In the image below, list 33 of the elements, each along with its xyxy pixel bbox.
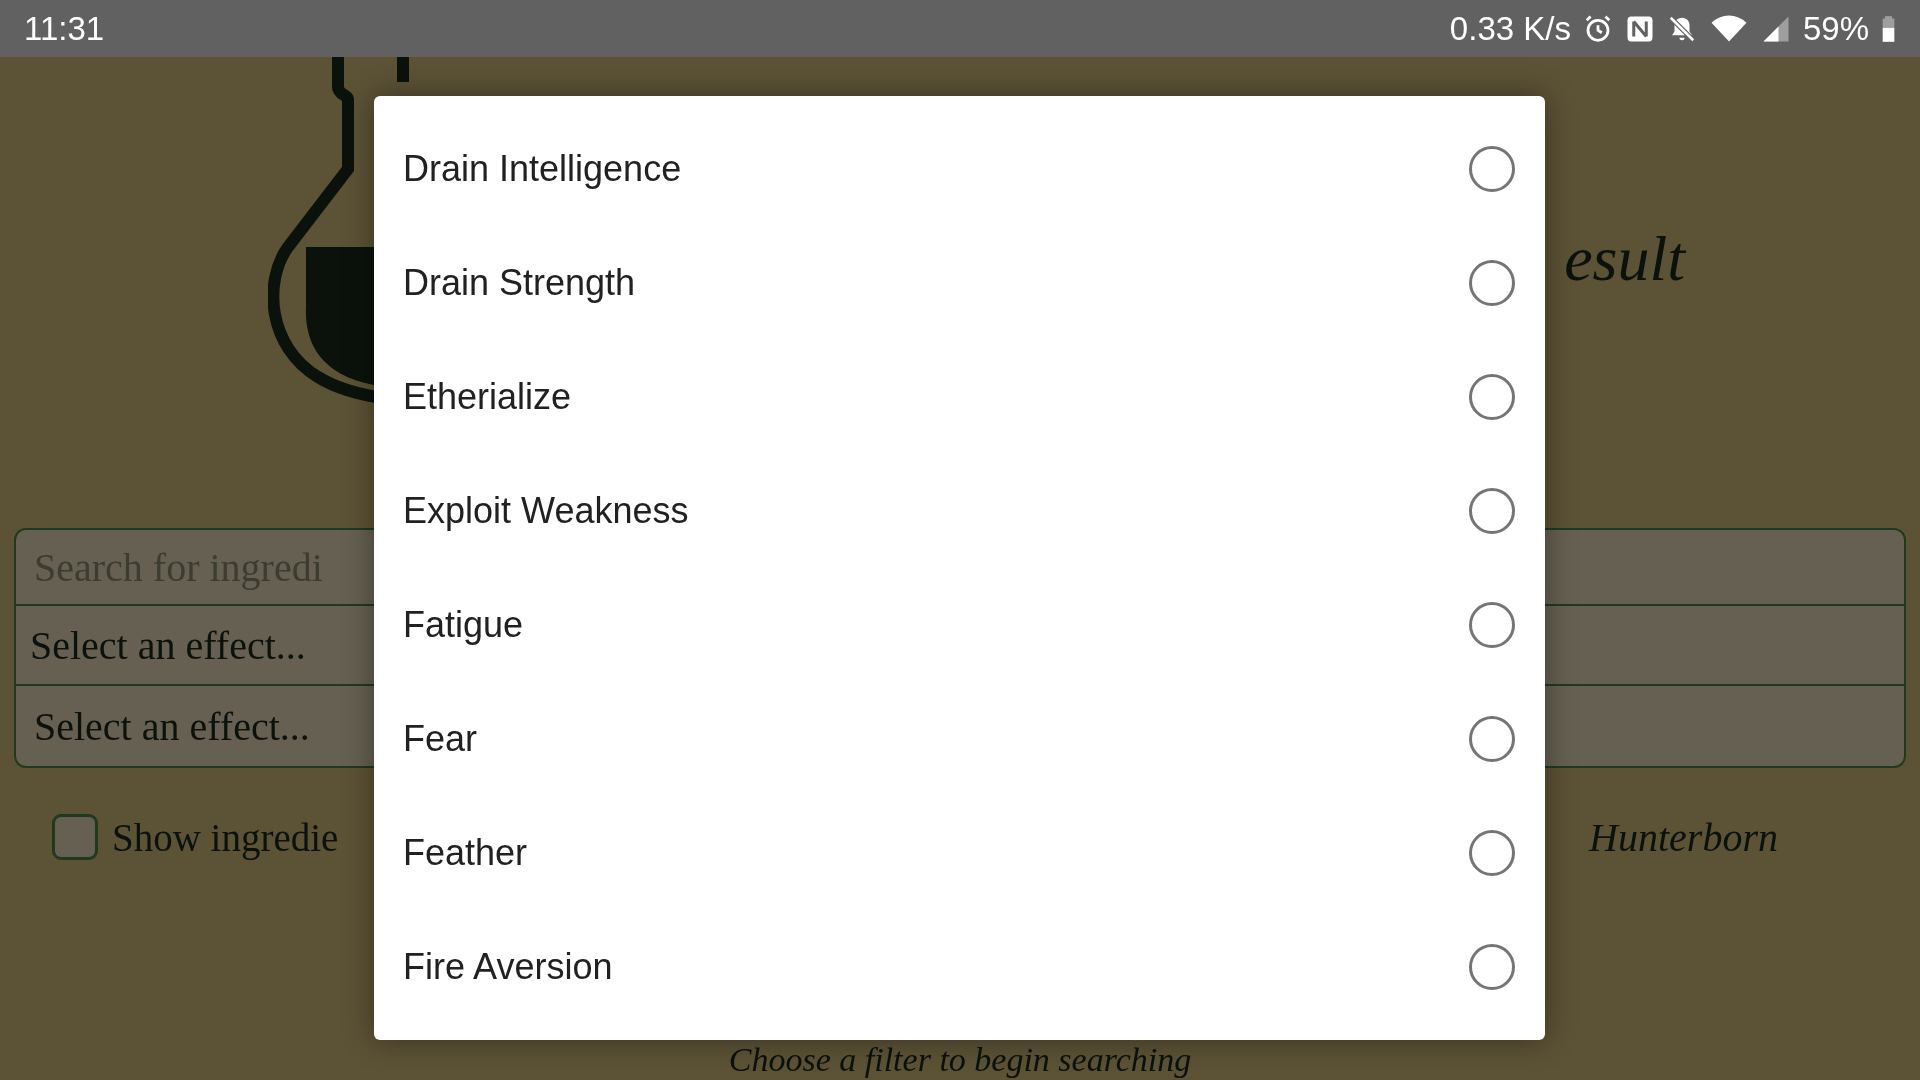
hint-text: Choose a filter to begin searching: [727, 1041, 1193, 1079]
option-item[interactable]: Fire Aversion: [374, 910, 1545, 1024]
option-label: Fire Aversion: [403, 946, 613, 988]
radio-button[interactable]: [1469, 944, 1515, 990]
option-label: Fear: [403, 718, 478, 760]
option-label: Exploit Weakness: [403, 490, 689, 532]
option-label: Drain Intelligence: [403, 148, 682, 190]
option-label: Feather: [403, 832, 528, 874]
radio-button[interactable]: [1469, 716, 1515, 762]
option-item[interactable]: Drain Intelligence: [374, 112, 1545, 226]
radio-button[interactable]: [1469, 602, 1515, 648]
network-speed: 0.33 K/s: [1449, 9, 1571, 48]
checkbox[interactable]: [52, 814, 98, 860]
app-title: esult: [1564, 222, 1685, 296]
radio-button[interactable]: [1469, 830, 1515, 876]
clock-time: 11:31: [24, 9, 105, 48]
radio-button[interactable]: [1469, 374, 1515, 420]
checkbox-label: Show ingredie: [112, 814, 339, 860]
option-item[interactable]: Exploit Weakness: [374, 454, 1545, 568]
option-item[interactable]: Fatigue: [374, 568, 1545, 682]
option-item[interactable]: Etherialize: [374, 340, 1545, 454]
option-label: Drain Strength: [403, 262, 636, 304]
option-item[interactable]: Fear: [374, 682, 1545, 796]
option-item[interactable]: Feather: [374, 796, 1545, 910]
option-label: Etherialize: [403, 376, 572, 418]
option-item[interactable]: Drain Strength: [374, 226, 1545, 340]
battery-percent: 59%: [1802, 9, 1869, 48]
credit-text: Hunterborn: [1589, 813, 1778, 861]
battery-icon: [1881, 14, 1896, 43]
option-label: Fatigue: [403, 604, 524, 646]
radio-button[interactable]: [1469, 488, 1515, 534]
radio-button[interactable]: [1469, 146, 1515, 192]
radio-button[interactable]: [1469, 260, 1515, 306]
